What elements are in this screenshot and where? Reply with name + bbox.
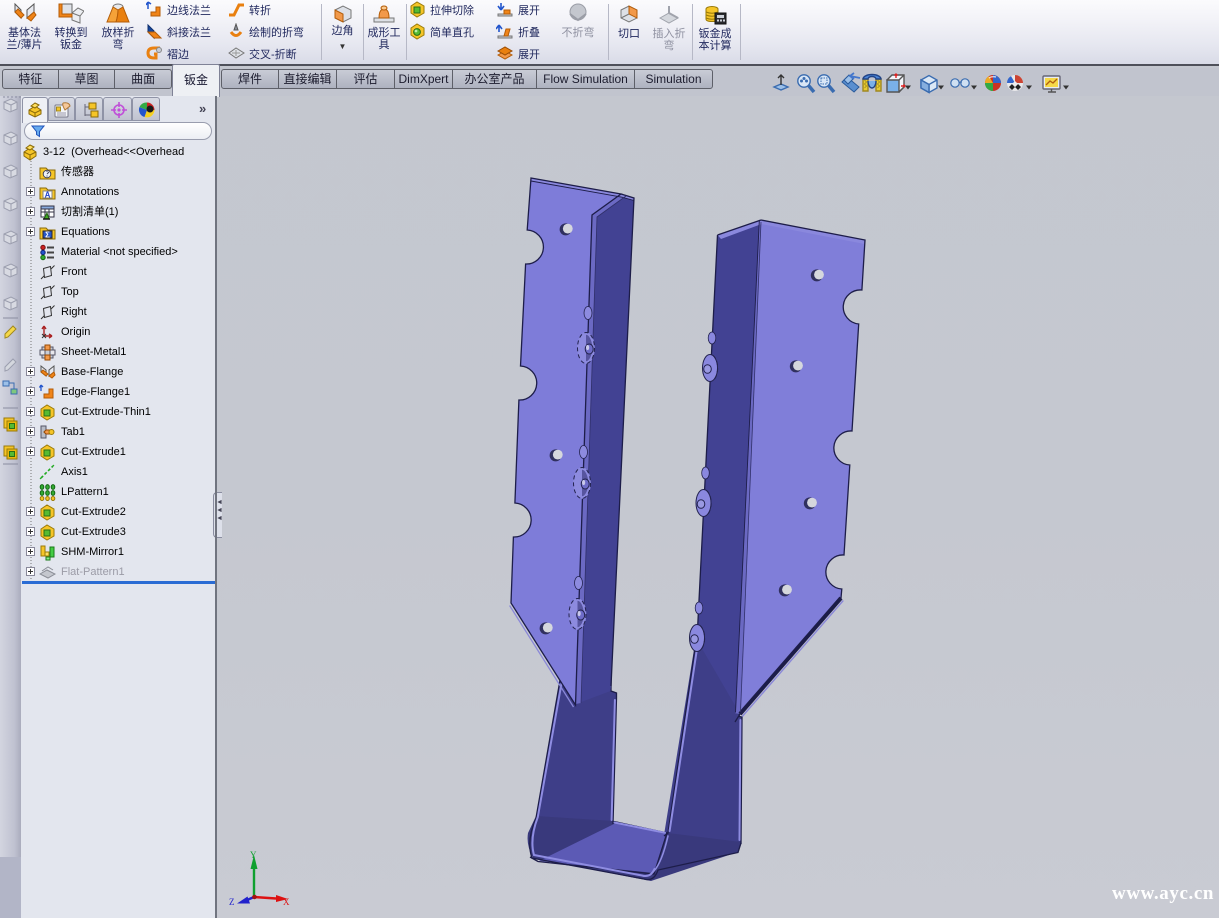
- svg-text:A: A: [45, 191, 51, 200]
- svg-text:Y: Y: [250, 850, 257, 860]
- svg-text:Σ: Σ: [45, 231, 50, 240]
- svg-text:Z: Z: [229, 897, 235, 907]
- svg-text:X: X: [283, 897, 290, 907]
